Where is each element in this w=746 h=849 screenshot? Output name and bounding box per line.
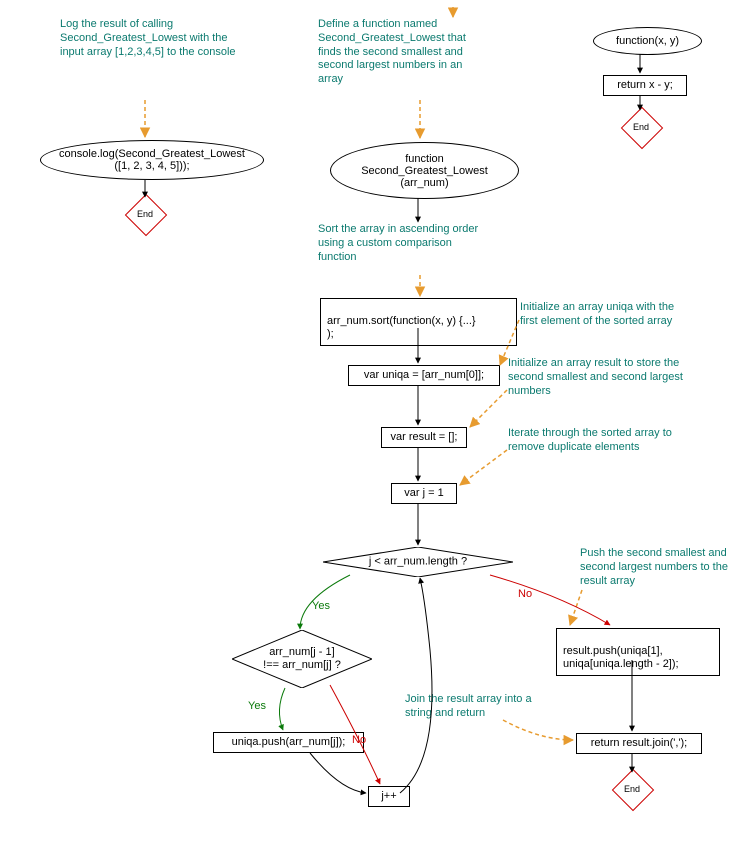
end-main: End <box>618 775 646 803</box>
annotation-result: Initialize an array result to store the … <box>508 357 683 398</box>
node-uniqa: var uniqa = [arr_num[0]]; <box>348 365 500 386</box>
node-jpp: j++ <box>368 786 410 807</box>
node-result: var result = []; <box>381 427 467 448</box>
annotation-join: Join the result array into a string and … <box>405 693 555 721</box>
node-log-call-text: console.log(Second_Greatest_Lowest ([1, … <box>59 148 245 172</box>
node-result-text: var result = []; <box>391 431 458 443</box>
end-main-text: End <box>624 784 640 794</box>
annotation-sort: Sort the array in ascending order using … <box>318 223 483 264</box>
node-return-join: return result.join(','); <box>576 733 702 754</box>
edge-label-cond1-no: No <box>518 588 532 600</box>
edge-label-cond2-no: No <box>352 734 366 746</box>
node-func-main-text: function Second_Greatest_Lowest (arr_num… <box>361 153 488 189</box>
annotation-uniqa: Initialize an array uniqa with the first… <box>520 301 685 329</box>
end-log-text: End <box>137 209 153 219</box>
node-sort-call-text: arr_num.sort(function(x, y) {...} ); <box>327 315 476 340</box>
node-jpp-text: j++ <box>381 790 396 802</box>
node-return-xy: return x - y; <box>603 75 687 96</box>
node-var-j-text: var j = 1 <box>404 487 443 499</box>
node-push-uniqa: uniqa.push(arr_num[j]); <box>213 732 364 753</box>
node-func-cmp: function(x, y) <box>593 27 702 55</box>
annotation-func-main: Define a function named Second_Greatest_… <box>318 18 488 87</box>
node-push-result: result.push(uniqa[1], uniqa[uniqa.length… <box>556 628 720 676</box>
node-push-result-text: result.push(uniqa[1], uniqa[uniqa.length… <box>563 645 679 670</box>
edge-label-cond2-yes: Yes <box>248 700 266 712</box>
node-uniqa-text: var uniqa = [arr_num[0]]; <box>364 369 484 381</box>
node-cond2-text: arr_num[j - 1] !== arr_num[j] ? <box>232 646 372 672</box>
flowchart-canvas: { "annotations": { "a1": "Log the result… <box>0 0 746 849</box>
annotation-iterate: Iterate through the sorted array to remo… <box>508 427 683 455</box>
node-var-j: var j = 1 <box>391 483 457 504</box>
node-cond1-text: j < arr_num.length ? <box>323 555 513 568</box>
node-return-join-text: return result.join(','); <box>591 737 688 749</box>
node-func-main: function Second_Greatest_Lowest (arr_num… <box>330 142 519 199</box>
end-log: End <box>131 200 159 228</box>
edge-label-cond1-yes: Yes <box>312 600 330 612</box>
node-cond1: j < arr_num.length ? <box>323 547 513 577</box>
node-return-xy-text: return x - y; <box>617 79 673 91</box>
node-log-call: console.log(Second_Greatest_Lowest ([1, … <box>40 140 264 180</box>
annotation-log-call: Log the result of calling Second_Greates… <box>60 18 240 59</box>
end-cmp-text: End <box>633 122 649 132</box>
node-cond2: arr_num[j - 1] !== arr_num[j] ? <box>232 630 372 688</box>
end-cmp: End <box>627 113 655 141</box>
annotation-push-result: Push the second smallest and second larg… <box>580 547 740 588</box>
node-sort-call: arr_num.sort(function(x, y) {...} ); <box>320 298 517 346</box>
node-push-uniqa-text: uniqa.push(arr_num[j]); <box>232 736 346 748</box>
node-func-cmp-text: function(x, y) <box>616 35 679 47</box>
